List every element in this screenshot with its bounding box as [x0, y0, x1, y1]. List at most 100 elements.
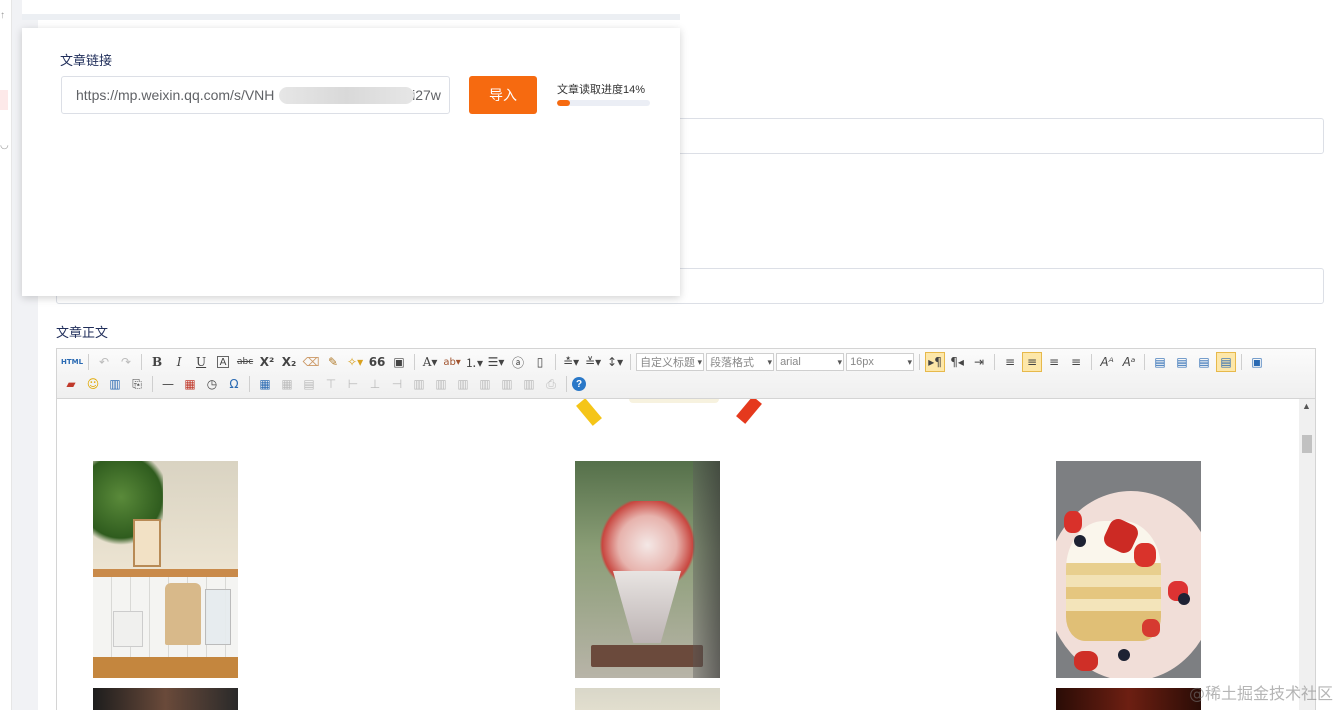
- article-link-label: 文章链接: [60, 53, 113, 68]
- insert-paragraph-before-table-icon[interactable]: ▤: [299, 374, 319, 394]
- format-brush-icon[interactable]: ✎: [323, 352, 343, 372]
- article-body-label: 文章正文: [56, 325, 109, 340]
- toolbar-separator: [555, 354, 557, 370]
- row-spacing-top-icon[interactable]: ≛▾: [561, 352, 581, 372]
- read-progress-bar: [557, 100, 650, 106]
- insert-table-icon[interactable]: ▦: [255, 374, 275, 394]
- background-color-icon[interactable]: ab▾: [442, 352, 462, 372]
- custom-title-select[interactable]: 自定义标题: [636, 353, 705, 371]
- page-break-icon[interactable]: ⎘: [127, 374, 147, 394]
- subscript-icon[interactable]: X₂: [279, 352, 299, 372]
- align-right-icon[interactable]: ≡: [1044, 352, 1064, 372]
- split-cells-icon[interactable]: ▥: [475, 374, 495, 394]
- auto-format-icon[interactable]: ✧▾: [345, 352, 365, 372]
- merge-down-icon[interactable]: ▥: [453, 374, 473, 394]
- split-cols-icon[interactable]: ▥: [519, 374, 539, 394]
- font-family-select[interactable]: arial: [776, 353, 845, 371]
- merge-cells-icon[interactable]: ▥: [409, 374, 429, 394]
- align-justify-icon[interactable]: ≡: [1066, 352, 1086, 372]
- eraser-icon[interactable]: ⌫: [301, 352, 321, 372]
- toolbar-separator: [1241, 354, 1243, 370]
- insert-video-icon[interactable]: ▥: [105, 374, 125, 394]
- toolbar-separator: [88, 354, 90, 370]
- fullscreen-icon[interactable]: ▣: [1247, 352, 1267, 372]
- insert-row-icon[interactable]: ⊤: [321, 374, 341, 394]
- row-spacing-bottom-icon[interactable]: ≚▾: [583, 352, 603, 372]
- insert-date-icon[interactable]: ▦: [180, 374, 200, 394]
- content-image: [575, 688, 720, 710]
- image-left-icon[interactable]: ▤: [1172, 352, 1192, 372]
- image-right-icon[interactable]: ▤: [1194, 352, 1214, 372]
- toolbar-separator: [1144, 354, 1146, 370]
- delete-table-icon[interactable]: ▦: [277, 374, 297, 394]
- underline-button[interactable]: U: [191, 352, 211, 372]
- content-image: [575, 461, 720, 678]
- paragraph-format-select[interactable]: 段落格式: [706, 353, 775, 371]
- toolbar-separator: [566, 376, 567, 392]
- toolbar-separator: [141, 354, 143, 370]
- toolbar-separator: [630, 354, 632, 370]
- toolbar-row: HTML ↶ ↷ B I U A abc X² X₂ ⌫ ✎ ✧▾ 66 ▣ A…: [61, 351, 1311, 373]
- editor-content[interactable]: ▲: [57, 399, 1315, 710]
- italic-button[interactable]: I: [169, 352, 189, 372]
- help-icon[interactable]: ?: [572, 377, 586, 391]
- special-chars-button[interactable]: Ω: [224, 374, 244, 394]
- image-center-icon[interactable]: ▤: [1216, 352, 1237, 372]
- undo-icon[interactable]: ↶: [94, 352, 114, 372]
- editor-scrollbar[interactable]: ▲: [1299, 399, 1315, 710]
- read-progress-label: 文章读取进度14%: [557, 84, 646, 96]
- unordered-list-icon[interactable]: ☰▾: [486, 352, 506, 372]
- sidebar-edge: ↑ ◡: [0, 0, 12, 710]
- direction-ltr-icon[interactable]: ▸¶: [925, 352, 946, 372]
- lowercase-icon[interactable]: Aᵃ: [1119, 352, 1139, 372]
- select-all-icon[interactable]: ⓐ: [508, 352, 528, 372]
- ordered-list-icon[interactable]: ⒈▾: [464, 352, 484, 372]
- article-url-input[interactable]: https://mp.weixin.qq.com/s/VNH Ei27w: [61, 76, 450, 114]
- table-properties-icon[interactable]: ⎙: [541, 374, 561, 394]
- rich-text-editor[interactable]: HTML ↶ ↷ B I U A abc X² X₂ ⌫ ✎ ✧▾ 66 ▣ A…: [56, 348, 1316, 710]
- delete-col-icon[interactable]: ⊣: [387, 374, 407, 394]
- toolbar-row: ▰ ☺ ▥ ⎘ — ▦ ◷ Ω ▦ ▦ ▤ ⊤ ⊢ ⊥ ⊣ ▥ ▥ ▥ ▥ ▥ …: [61, 373, 1311, 395]
- sidebar-active-mark: [0, 90, 8, 110]
- sidebar-glyph: ↑: [0, 10, 5, 21]
- font-border-icon[interactable]: A: [217, 356, 230, 368]
- scrollbar-thumb[interactable]: [1302, 435, 1312, 453]
- align-left-icon[interactable]: ≡: [1000, 352, 1020, 372]
- delete-row-icon[interactable]: ⊢: [343, 374, 363, 394]
- emotion-icon[interactable]: ☺: [83, 374, 103, 394]
- insert-image-icon[interactable]: ▰: [61, 374, 81, 394]
- content-image: [93, 688, 238, 710]
- content-image: [1056, 688, 1201, 710]
- horizontal-rule-icon[interactable]: —: [158, 374, 178, 394]
- font-color-label: A: [422, 355, 432, 369]
- font-size-select[interactable]: 16px: [846, 353, 915, 371]
- editor-toolbar: HTML ↶ ↷ B I U A abc X² X₂ ⌫ ✎ ✧▾ 66 ▣ A…: [57, 349, 1315, 399]
- merge-right-icon[interactable]: ▥: [431, 374, 451, 394]
- bold-button[interactable]: B: [147, 352, 167, 372]
- uppercase-icon[interactable]: Aᴬ: [1097, 352, 1117, 372]
- redo-icon[interactable]: ↷: [116, 352, 136, 372]
- direction-rtl-icon[interactable]: ¶◂: [947, 352, 967, 372]
- content-image: [93, 461, 238, 678]
- html-source-button[interactable]: HTML: [61, 352, 83, 372]
- toolbar-separator: [1091, 354, 1093, 370]
- toolbar-separator: [919, 354, 921, 370]
- strikethrough-icon[interactable]: abc: [235, 352, 255, 372]
- align-center-icon[interactable]: ≡: [1022, 352, 1043, 372]
- superscript-icon[interactable]: X²: [257, 352, 277, 372]
- content-image: [1056, 461, 1201, 678]
- scroll-up-icon[interactable]: ▲: [1302, 401, 1311, 411]
- indent-icon[interactable]: ⇥: [969, 352, 989, 372]
- line-height-icon[interactable]: ↕▾: [605, 352, 625, 372]
- read-progress-fill: [557, 100, 571, 106]
- blockquote-button[interactable]: 66: [367, 352, 387, 372]
- split-rows-icon[interactable]: ▥: [497, 374, 517, 394]
- paste-plain-icon[interactable]: ▣: [389, 352, 409, 372]
- clear-doc-icon[interactable]: ▯: [530, 352, 550, 372]
- insert-time-icon[interactable]: ◷: [202, 374, 222, 394]
- import-button[interactable]: 导入: [469, 76, 537, 114]
- font-color-button[interactable]: A ▾: [420, 352, 440, 372]
- image-none-icon[interactable]: ▤: [1150, 352, 1170, 372]
- insert-col-icon[interactable]: ⊥: [365, 374, 385, 394]
- page: ↑ ◡ 文章正文 HTML ↶ ↷ B I U A abc X² X₂ ⌫ ✎ …: [0, 0, 1339, 710]
